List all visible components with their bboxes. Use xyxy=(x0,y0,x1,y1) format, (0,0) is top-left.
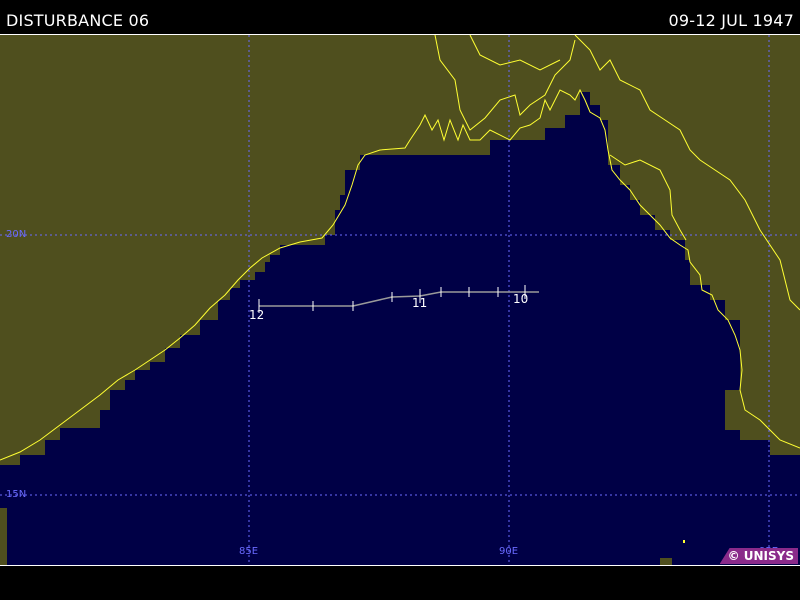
lat-label-20n: 20N xyxy=(6,229,27,240)
lat-label-15n: 15N xyxy=(6,489,27,500)
track-day-label: 12 xyxy=(249,308,265,322)
track-day-label: 10 xyxy=(513,292,529,306)
lon-label-85e: 85E xyxy=(239,546,259,557)
unisys-credit: © UNISYS xyxy=(719,548,798,564)
map-frame xyxy=(0,34,800,566)
lon-label-90e: 90E xyxy=(499,546,519,557)
track-day-label: 11 xyxy=(412,296,428,310)
